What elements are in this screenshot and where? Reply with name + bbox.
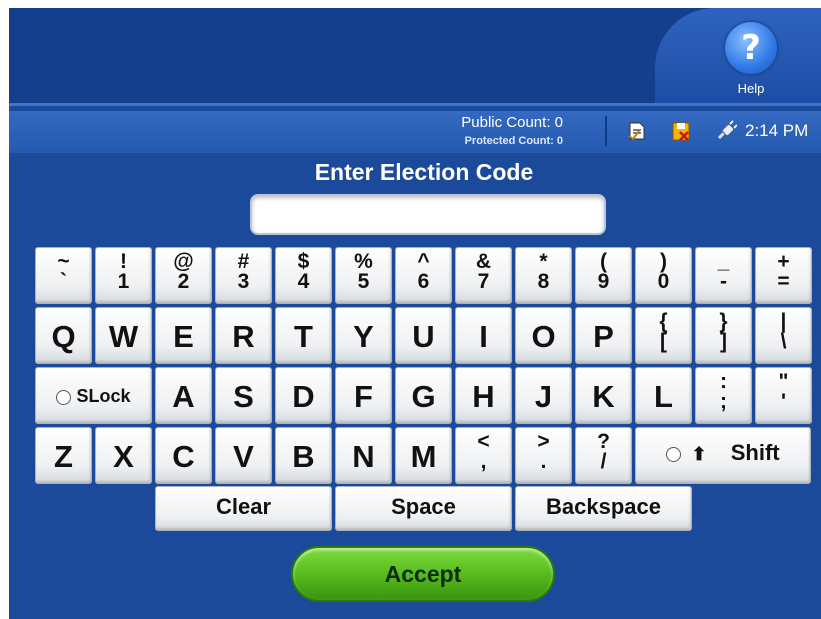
key-s[interactable]: S [215,367,272,424]
election-code-input[interactable] [250,194,606,235]
key-left-bracket[interactable]: {[ [635,307,692,364]
key-y[interactable]: Y [335,307,392,364]
arrow-up-icon: ⬆ [691,444,707,464]
key-period[interactable]: >. [515,427,572,484]
clear-button[interactable]: Clear [155,486,332,531]
key-q[interactable]: Q [35,307,92,364]
key-equals[interactable]: + = [755,247,812,304]
key-b[interactable]: B [275,427,332,484]
key-f[interactable]: F [335,367,392,424]
key-z[interactable]: Z [35,427,92,484]
key-p[interactable]: P [575,307,632,364]
help-label[interactable]: Help [725,81,777,96]
key-quote[interactable]: " ' [755,367,812,424]
key-2[interactable]: @2 [155,247,212,304]
divider [9,103,821,106]
help-icon[interactable]: ? [725,22,777,74]
key-v[interactable]: V [215,427,272,484]
shift-radio [666,446,682,462]
key-i[interactable]: I [455,307,512,364]
key-r[interactable]: R [215,307,272,364]
key-4[interactable]: $4 [275,247,332,304]
key-d[interactable]: D [275,367,332,424]
key-right-bracket[interactable]: }] [695,307,752,364]
key-e[interactable]: E [155,307,212,364]
key-3[interactable]: #3 [215,247,272,304]
slock-key[interactable]: SLock [35,367,152,424]
backspace-button[interactable]: Backspace [515,486,692,531]
accept-button[interactable]: Accept [291,546,555,602]
key-k[interactable]: K [575,367,632,424]
slock-radio [56,389,72,405]
key-tilde[interactable]: ~ ` [35,247,92,304]
key-0[interactable]: ) 0 [635,247,692,304]
key-w[interactable]: W [95,307,152,364]
key-6[interactable]: ^ 6 [395,247,452,304]
key-backslash[interactable]: | \ [755,307,812,364]
document-icon [628,122,645,141]
key-n[interactable]: N [335,427,392,484]
key-j[interactable]: J [515,367,572,424]
power-plug-icon [717,120,737,140]
screen: ? Help Public Count: 0 Protected Count: … [9,8,821,619]
space-button[interactable]: Space [335,486,512,531]
key-8[interactable]: * 8 [515,247,572,304]
key-semicolon[interactable]: :; [695,367,752,424]
protected-count: Protected Count: 0 [464,135,563,147]
key-5[interactable]: % 5 [335,247,392,304]
key-t[interactable]: T [275,307,332,364]
key-minus[interactable]: _ - [695,247,752,304]
key-a[interactable]: A [155,367,212,424]
key-9[interactable]: (9 [575,247,632,304]
shift-key[interactable]: ⬆ Shift [635,427,811,484]
clock: 2:14 PM [745,121,809,140]
key-slash[interactable]: ? / [575,427,632,484]
key-g[interactable]: G [395,367,452,424]
public-count: Public Count: 0 [461,114,563,131]
key-comma[interactable]: <, [455,427,512,484]
key-m[interactable]: M [395,427,452,484]
key-l[interactable]: L [635,367,692,424]
key-h[interactable]: H [455,367,512,424]
status-separator [605,116,607,146]
key-c[interactable]: C [155,427,212,484]
memory-card-icon [672,122,690,141]
key-u[interactable]: U [395,307,452,364]
page-title: Enter Election Code [314,159,534,185]
key-7[interactable]: & 7 [455,247,512,304]
key-x[interactable]: X [95,427,152,484]
key-o[interactable]: O [515,307,572,364]
key-1[interactable]: ! 1 [95,247,152,304]
